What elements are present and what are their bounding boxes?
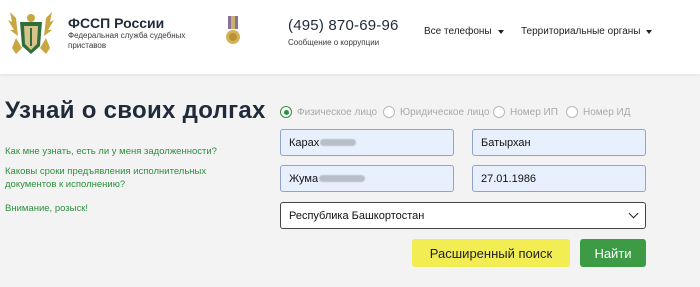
- nav-all-phones[interactable]: Все телефоны: [424, 26, 504, 37]
- redacted-text: [319, 175, 366, 182]
- phone-caption: Сообщение о коррупции: [288, 38, 380, 47]
- birth-date-value: 27.01.1986: [481, 172, 537, 185]
- nav-territorial-offices-label: Территориальные органы: [521, 26, 641, 37]
- radio-id-number[interactable]: Номер ИД: [566, 106, 631, 118]
- medal-icon: [226, 16, 240, 44]
- last-name-value: Карах: [289, 136, 320, 149]
- last-name-input[interactable]: Карах: [280, 129, 454, 156]
- radio-label: Номер ИП: [510, 106, 558, 118]
- region-value: Республика Башкортостан: [289, 209, 425, 222]
- org-subtitle: Федеральная служба судебных приставов: [68, 31, 186, 50]
- nav-territorial-offices[interactable]: Территориальные органы: [521, 26, 653, 37]
- nav-all-phones-label: Все телефоны: [424, 26, 492, 37]
- chevron-down-icon: [628, 208, 639, 219]
- radio-label: Физическое лицо: [297, 106, 378, 118]
- radio-button: [280, 106, 292, 118]
- find-button[interactable]: Найти: [580, 239, 646, 267]
- middle-name-value: Жума: [289, 172, 319, 185]
- radio-button: [566, 106, 578, 118]
- radio-button: [493, 106, 505, 118]
- radio-legal-entity[interactable]: Юридическое лицо: [383, 106, 489, 118]
- region-select[interactable]: Республика Башкортостан: [280, 202, 646, 229]
- first-name-value: Батырхан: [481, 136, 531, 149]
- corruption-hotline-phone[interactable]: (495) 870-69-96: [288, 17, 399, 34]
- caret-down-icon: [646, 29, 653, 34]
- page-title: Узнай о своих долгах: [5, 97, 266, 124]
- faq-link-deadlines[interactable]: Каковы сроки предъявления исполнительных…: [5, 165, 225, 191]
- middle-name-input[interactable]: Жума: [280, 165, 454, 192]
- radio-individual[interactable]: Физическое лицо: [280, 106, 377, 118]
- advanced-search-button[interactable]: Расширенный поиск: [412, 239, 570, 267]
- radio-label: Номер ИД: [583, 106, 631, 118]
- radio-button: [383, 106, 395, 118]
- radio-ip-number[interactable]: Номер ИП: [493, 106, 558, 118]
- caret-down-icon: [497, 29, 504, 34]
- first-name-input[interactable]: Батырхан: [472, 129, 646, 156]
- faq-link-wanted[interactable]: Внимание, розыск!: [5, 202, 205, 215]
- redacted-text: [320, 139, 357, 146]
- birth-date-input[interactable]: 27.01.1986: [472, 165, 646, 192]
- org-title[interactable]: ФССП России: [68, 15, 164, 31]
- faq-link-check-debts[interactable]: Как мне узнать, есть ли у меня задолженн…: [5, 145, 245, 158]
- radio-label: Юридическое лицо: [400, 106, 490, 118]
- fssp-emblem-icon[interactable]: [6, 8, 56, 60]
- site-header: ФССП России Федеральная служба судебных …: [0, 0, 700, 74]
